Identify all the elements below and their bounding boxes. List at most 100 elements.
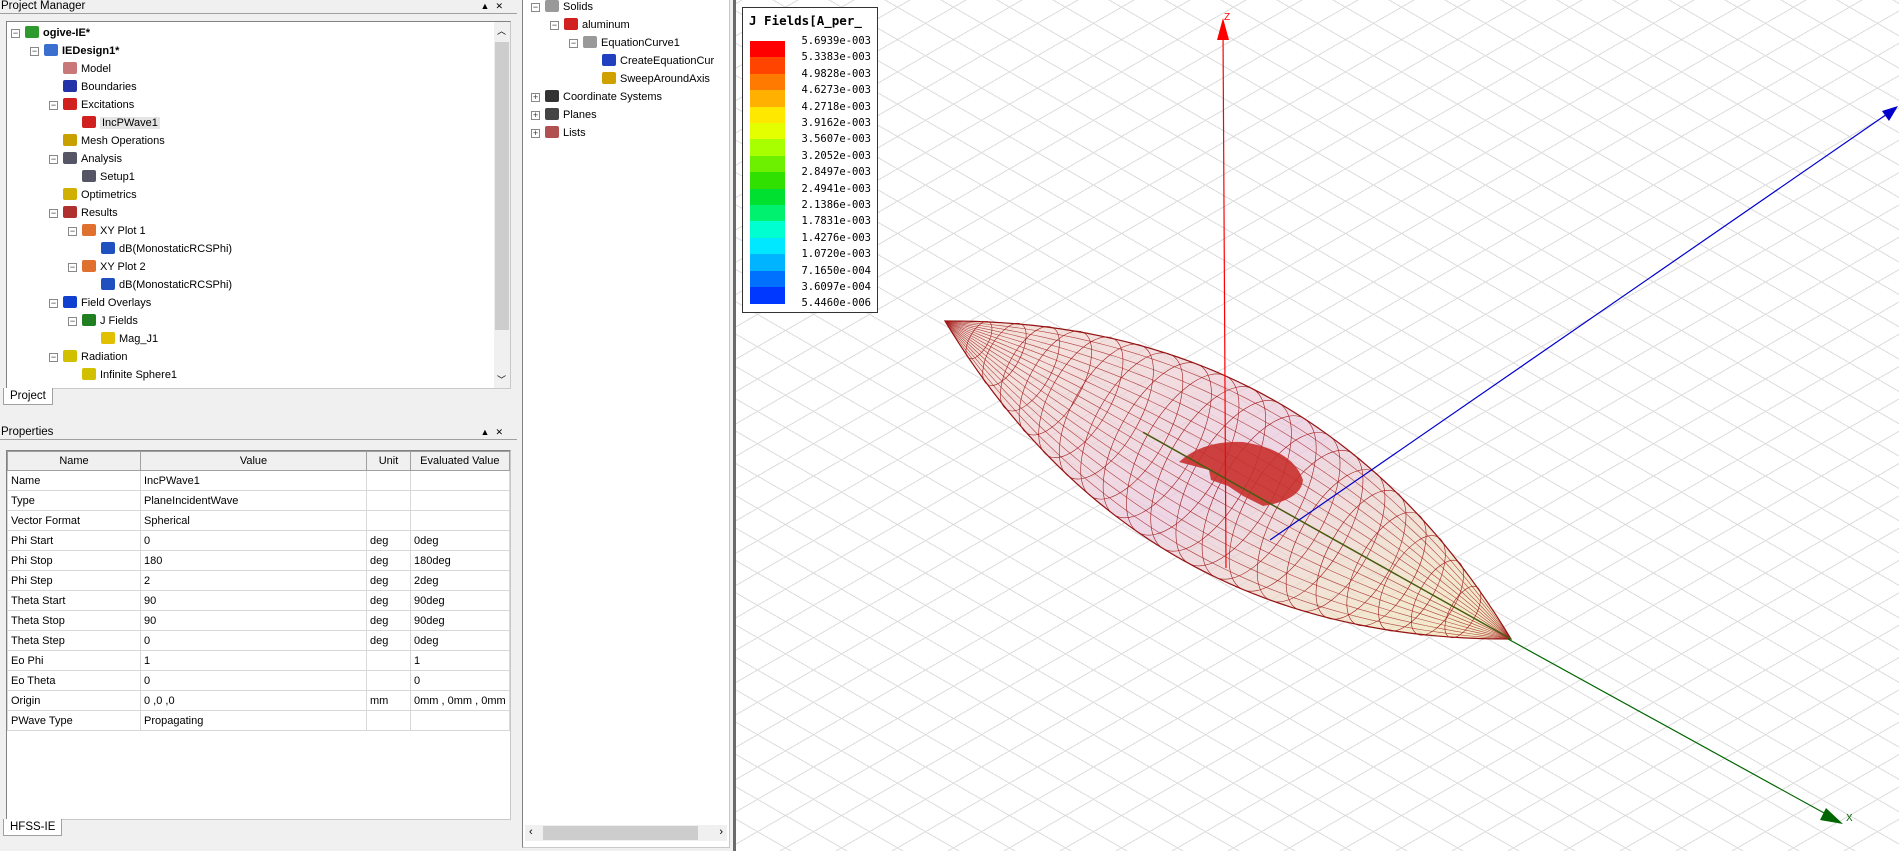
legend-value: 1.7831e-003 bbox=[801, 215, 871, 228]
tree-item[interactable]: dB(MonostaticRCSPhi) bbox=[101, 240, 232, 258]
panel-controls[interactable]: ▲✕ bbox=[481, 0, 509, 13]
table-row[interactable]: Theta Start 90 deg 90deg bbox=[7, 590, 510, 611]
panel-controls[interactable]: ▲✕ bbox=[481, 426, 509, 439]
collapse-icon[interactable]: − bbox=[68, 317, 77, 326]
collapse-icon[interactable]: − bbox=[550, 21, 559, 30]
tree-item[interactable]: CreateEquationCur bbox=[602, 52, 714, 70]
collapse-icon[interactable]: − bbox=[68, 227, 77, 236]
tab-project[interactable]: Project bbox=[3, 388, 53, 405]
model-tree[interactable]: ‹ › Solids − aluminum − EquationCurve1− Creat… bbox=[522, 0, 730, 848]
tree-item[interactable]: Excitations bbox=[63, 96, 134, 114]
scroll-up-icon[interactable]: ︿ bbox=[497, 24, 506, 37]
tree-item[interactable]: Optimetrics bbox=[63, 186, 137, 204]
table-row[interactable]: Phi Start 0 deg 0deg bbox=[7, 530, 510, 551]
collapse-icon[interactable]: − bbox=[49, 353, 58, 362]
table-cell[interactable]: 180 bbox=[140, 550, 367, 571]
table-row[interactable]: Theta Step 0 deg 0deg bbox=[7, 630, 510, 651]
legend-title: J Fields[A_per_ bbox=[749, 13, 862, 28]
table-cell[interactable]: 1 bbox=[140, 650, 367, 671]
tree-item[interactable]: Mag_J1 bbox=[101, 330, 158, 348]
table-row[interactable]: Type PlaneIncidentWave bbox=[7, 490, 510, 511]
tree-item[interactable]: IEDesign1* bbox=[44, 42, 119, 60]
xy-plot-icon bbox=[82, 260, 96, 272]
tree-item[interactable]: Radiation bbox=[63, 348, 127, 366]
color-legend[interactable]: J Fields[A_per_ 5.6939e-003 5.3383e-003 4.… bbox=[742, 7, 878, 313]
expand-icon[interactable]: + bbox=[531, 129, 540, 138]
table-row[interactable]: Vector Format Spherical bbox=[7, 510, 510, 531]
collapse-icon[interactable]: − bbox=[49, 209, 58, 218]
scroll-thumb[interactable] bbox=[495, 42, 509, 330]
table-cell[interactable]: 90 bbox=[140, 590, 367, 611]
table-cell: deg bbox=[366, 530, 411, 551]
properties-grid[interactable]: Name Value Unit Evaluated Value Name IncPWave… bbox=[6, 450, 511, 820]
collapse-icon[interactable]: − bbox=[30, 47, 39, 56]
table-row[interactable]: Eo Phi 1 1 bbox=[7, 650, 510, 671]
collapse-icon[interactable]: − bbox=[569, 39, 578, 48]
table-row[interactable]: Name IncPWave1 bbox=[7, 470, 510, 491]
table-row[interactable]: PWave Type Propagating bbox=[7, 710, 510, 731]
tree-item[interactable]: IncPWave1 bbox=[82, 114, 160, 132]
tree-vertical-scrollbar[interactable]: ︿ ﹀ bbox=[494, 22, 510, 388]
tree-item-label: Solids bbox=[563, 1, 593, 13]
tree-item[interactable]: Model bbox=[63, 60, 111, 78]
scroll-left-icon[interactable]: ‹ bbox=[529, 826, 533, 838]
scroll-thumb[interactable] bbox=[543, 826, 698, 840]
tree-item[interactable]: dB(MonostaticRCSPhi) bbox=[101, 276, 232, 294]
expand-icon[interactable]: + bbox=[531, 111, 540, 120]
tree-item[interactable]: J Fields bbox=[82, 312, 138, 330]
table-cell[interactable]: 0 ,0 ,0 bbox=[140, 690, 367, 711]
table-row[interactable]: Phi Stop 180 deg 180deg bbox=[7, 550, 510, 571]
tree-item[interactable]: XY Plot 2 bbox=[82, 258, 146, 276]
tree-item[interactable]: aluminum bbox=[564, 16, 630, 34]
model-tree-horizontal-scrollbar[interactable]: ‹ › bbox=[525, 825, 727, 841]
collapse-icon[interactable]: − bbox=[68, 263, 77, 272]
table-cell[interactable]: 0 bbox=[140, 530, 367, 551]
collapse-icon[interactable]: − bbox=[49, 299, 58, 308]
table-row[interactable]: Theta Stop 90 deg 90deg bbox=[7, 610, 510, 631]
tree-item[interactable]: Boundaries bbox=[63, 78, 137, 96]
table-cell[interactable]: 0 bbox=[140, 630, 367, 651]
tree-item[interactable]: ogive-IE* bbox=[25, 24, 90, 42]
legend-value: 4.9828e-003 bbox=[801, 67, 871, 80]
project-tree[interactable]: ︿ ﹀ ogive-IE* − IEDesign1* − Model Boundaries… bbox=[6, 21, 511, 389]
tree-item[interactable]: XY Plot 1 bbox=[82, 222, 146, 240]
3d-viewport[interactable]: Z X J Fields[A_per_ 5.6939e-003 5.3383e-0… bbox=[733, 0, 1899, 851]
tree-item[interactable]: Analysis bbox=[63, 150, 122, 168]
legend-swatch bbox=[750, 73, 785, 91]
column-header[interactable]: Unit bbox=[366, 451, 411, 471]
collapse-icon[interactable]: − bbox=[11, 29, 20, 38]
tree-item[interactable]: Planes bbox=[545, 106, 597, 124]
table-cell[interactable]: Propagating bbox=[140, 710, 367, 731]
tree-item[interactable]: Field Overlays bbox=[63, 294, 151, 312]
table-row[interactable]: Phi Step 2 deg 2deg bbox=[7, 570, 510, 591]
table-cell[interactable]: Spherical bbox=[140, 510, 367, 531]
table-cell[interactable]: 90 bbox=[140, 610, 367, 631]
column-header[interactable]: Value bbox=[140, 451, 367, 471]
expand-icon[interactable]: + bbox=[531, 93, 540, 102]
tab-hfss-ie[interactable]: HFSS-IE bbox=[3, 819, 63, 836]
table-cell: Eo Theta bbox=[7, 670, 141, 691]
tree-item[interactable]: Results bbox=[63, 204, 118, 222]
tree-item[interactable]: Mesh Operations bbox=[63, 132, 165, 150]
table-row[interactable]: Origin 0 ,0 ,0 mm 0mm , 0mm , 0mm bbox=[7, 690, 510, 711]
tree-item[interactable]: Solids bbox=[545, 0, 593, 16]
column-header[interactable]: Evaluated Value bbox=[410, 451, 510, 471]
collapse-icon[interactable]: − bbox=[531, 3, 540, 12]
table-cell[interactable]: 0 bbox=[140, 670, 367, 691]
tree-item[interactable]: Coordinate Systems bbox=[545, 88, 662, 106]
table-row[interactable]: Eo Theta 0 0 bbox=[7, 670, 510, 691]
collapse-icon[interactable]: − bbox=[49, 155, 58, 164]
collapse-icon[interactable]: − bbox=[49, 101, 58, 110]
scroll-down-icon[interactable]: ﹀ bbox=[497, 373, 506, 386]
scroll-right-icon[interactable]: › bbox=[719, 826, 723, 838]
tree-item[interactable]: Setup1 bbox=[82, 168, 135, 186]
tree-item[interactable]: EquationCurve1 bbox=[583, 34, 680, 52]
table-cell[interactable]: PlaneIncidentWave bbox=[140, 490, 367, 511]
tree-item[interactable]: Infinite Sphere1 bbox=[82, 366, 177, 384]
tree-item[interactable]: SweepAroundAxis bbox=[602, 70, 710, 88]
splitter[interactable] bbox=[517, 0, 521, 851]
tree-item[interactable]: Lists bbox=[545, 124, 586, 142]
column-header[interactable]: Name bbox=[7, 451, 141, 471]
table-cell[interactable]: IncPWave1 bbox=[140, 470, 367, 491]
table-cell[interactable]: 2 bbox=[140, 570, 367, 591]
